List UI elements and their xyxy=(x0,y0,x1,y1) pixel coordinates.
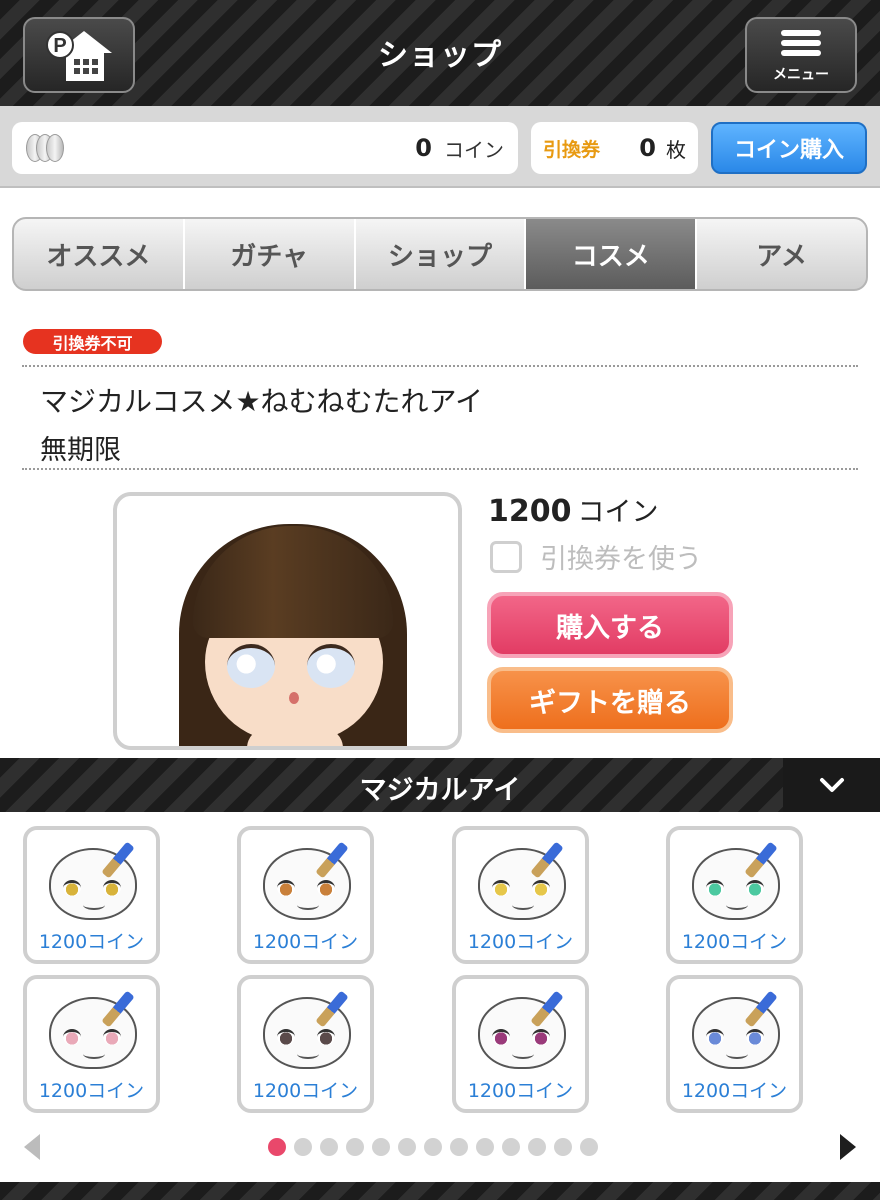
svg-text:P: P xyxy=(53,35,66,57)
menu-label: メニュー xyxy=(773,67,829,83)
tab-ame[interactable]: アメ xyxy=(697,219,866,289)
coin-stack-icon xyxy=(26,131,68,165)
ticket-label: 引換券 xyxy=(543,138,601,161)
page-dots xyxy=(268,1138,606,1156)
item-price-unit: コイン xyxy=(577,497,659,528)
buy-coin-button[interactable]: コイン購入 xyxy=(711,122,867,174)
tab-gacha[interactable]: ガチャ xyxy=(185,219,356,289)
p-home-icon: P xyxy=(46,31,112,81)
ticket-unavailable-badge: 引換券不可 xyxy=(23,329,162,354)
avatar-right-eye xyxy=(307,644,355,688)
grid-item[interactable]: 1200コイン xyxy=(452,826,589,964)
avatar-mouth xyxy=(289,692,299,704)
coin-balance: 0 コイン xyxy=(12,122,518,174)
grid-item-price: 1200コイン xyxy=(38,1080,145,1102)
hamburger-icon xyxy=(781,26,821,60)
page-title: ショップ xyxy=(378,38,502,73)
grid-item-price: 1200コイン xyxy=(681,1080,788,1102)
page-dot[interactable] xyxy=(372,1138,390,1156)
page-dot[interactable] xyxy=(554,1138,572,1156)
footer-bar xyxy=(0,1182,880,1200)
category-toggle-button[interactable] xyxy=(783,758,880,812)
avatar-bangs xyxy=(193,526,393,638)
purchase-button[interactable]: 購入する xyxy=(487,592,733,658)
avatar-left-eye xyxy=(227,644,275,688)
ticket-unit: 枚 xyxy=(666,137,686,162)
grid-item[interactable]: 1200コイン xyxy=(23,826,160,964)
tab-shop[interactable]: ショップ xyxy=(356,219,527,289)
chevron-down-icon xyxy=(819,778,844,792)
next-page-arrow-icon[interactable] xyxy=(840,1134,856,1160)
home-button[interactable]: P xyxy=(23,17,135,93)
grid-item[interactable]: 1200コイン xyxy=(237,826,374,964)
item-price: 1200 コイン xyxy=(488,490,659,529)
item-grid: 1200コイン 1200コイン 1200コイン 1200コイン 1200コイン … xyxy=(0,812,880,1130)
grid-item[interactable]: 1200コイン xyxy=(666,975,803,1113)
page-dot[interactable] xyxy=(398,1138,416,1156)
item-price-value: 1200 xyxy=(488,494,572,529)
grid-item-price: 1200コイン xyxy=(252,931,359,953)
page-dot[interactable] xyxy=(294,1138,312,1156)
divider xyxy=(22,365,858,367)
page-dot[interactable] xyxy=(580,1138,598,1156)
ticket-count: 0 xyxy=(639,134,656,162)
page-dot[interactable] xyxy=(450,1138,468,1156)
category-bar: マジカルアイ xyxy=(0,758,880,812)
category-title: マジカルアイ xyxy=(359,775,521,806)
currency-bar: 0 コイン 引換券 0 枚 コイン購入 xyxy=(0,106,880,188)
gift-button[interactable]: ギフトを贈る xyxy=(487,667,733,733)
item-period: 無期限 xyxy=(40,435,121,466)
grid-item-price: 1200コイン xyxy=(467,1080,574,1102)
coin-amount: 0 xyxy=(415,134,432,162)
grid-item-price: 1200コイン xyxy=(681,931,788,953)
grid-item-price: 1200コイン xyxy=(467,931,574,953)
page-dot[interactable] xyxy=(346,1138,364,1156)
pagination xyxy=(0,1130,880,1164)
coin-unit: コイン xyxy=(444,137,504,162)
page-dot[interactable] xyxy=(502,1138,520,1156)
grid-item[interactable]: 1200コイン xyxy=(237,975,374,1113)
page-dot[interactable] xyxy=(320,1138,338,1156)
shop-tabs: オススメ ガチャ ショップ コスメ アメ xyxy=(12,217,868,291)
use-ticket-checkbox[interactable] xyxy=(490,540,522,573)
grid-item[interactable]: 1200コイン xyxy=(666,826,803,964)
header-bar: P ショップ メニュー xyxy=(0,0,880,106)
item-name: マジカルコスメ★ねむねむたれアイ xyxy=(40,385,484,418)
tab-osusume[interactable]: オススメ xyxy=(14,219,185,289)
use-ticket-option[interactable]: 引換券を使う xyxy=(490,537,702,576)
use-ticket-label: 引換券を使う xyxy=(540,544,702,575)
menu-button[interactable]: メニュー xyxy=(745,17,857,93)
grid-item[interactable]: 1200コイン xyxy=(23,975,160,1113)
grid-item[interactable]: 1200コイン xyxy=(452,975,589,1113)
grid-item-price: 1200コイン xyxy=(38,931,145,953)
grid-item-price: 1200コイン xyxy=(252,1080,359,1102)
page-dot[interactable] xyxy=(424,1138,442,1156)
ticket-balance: 引換券 0 枚 xyxy=(531,122,698,174)
page-dot[interactable] xyxy=(528,1138,546,1156)
tab-cosme[interactable]: コスメ xyxy=(526,219,698,289)
prev-page-arrow-icon[interactable] xyxy=(24,1134,40,1160)
divider xyxy=(22,468,858,470)
page-dot[interactable] xyxy=(268,1138,286,1156)
avatar-preview xyxy=(113,492,462,750)
page-dot[interactable] xyxy=(476,1138,494,1156)
